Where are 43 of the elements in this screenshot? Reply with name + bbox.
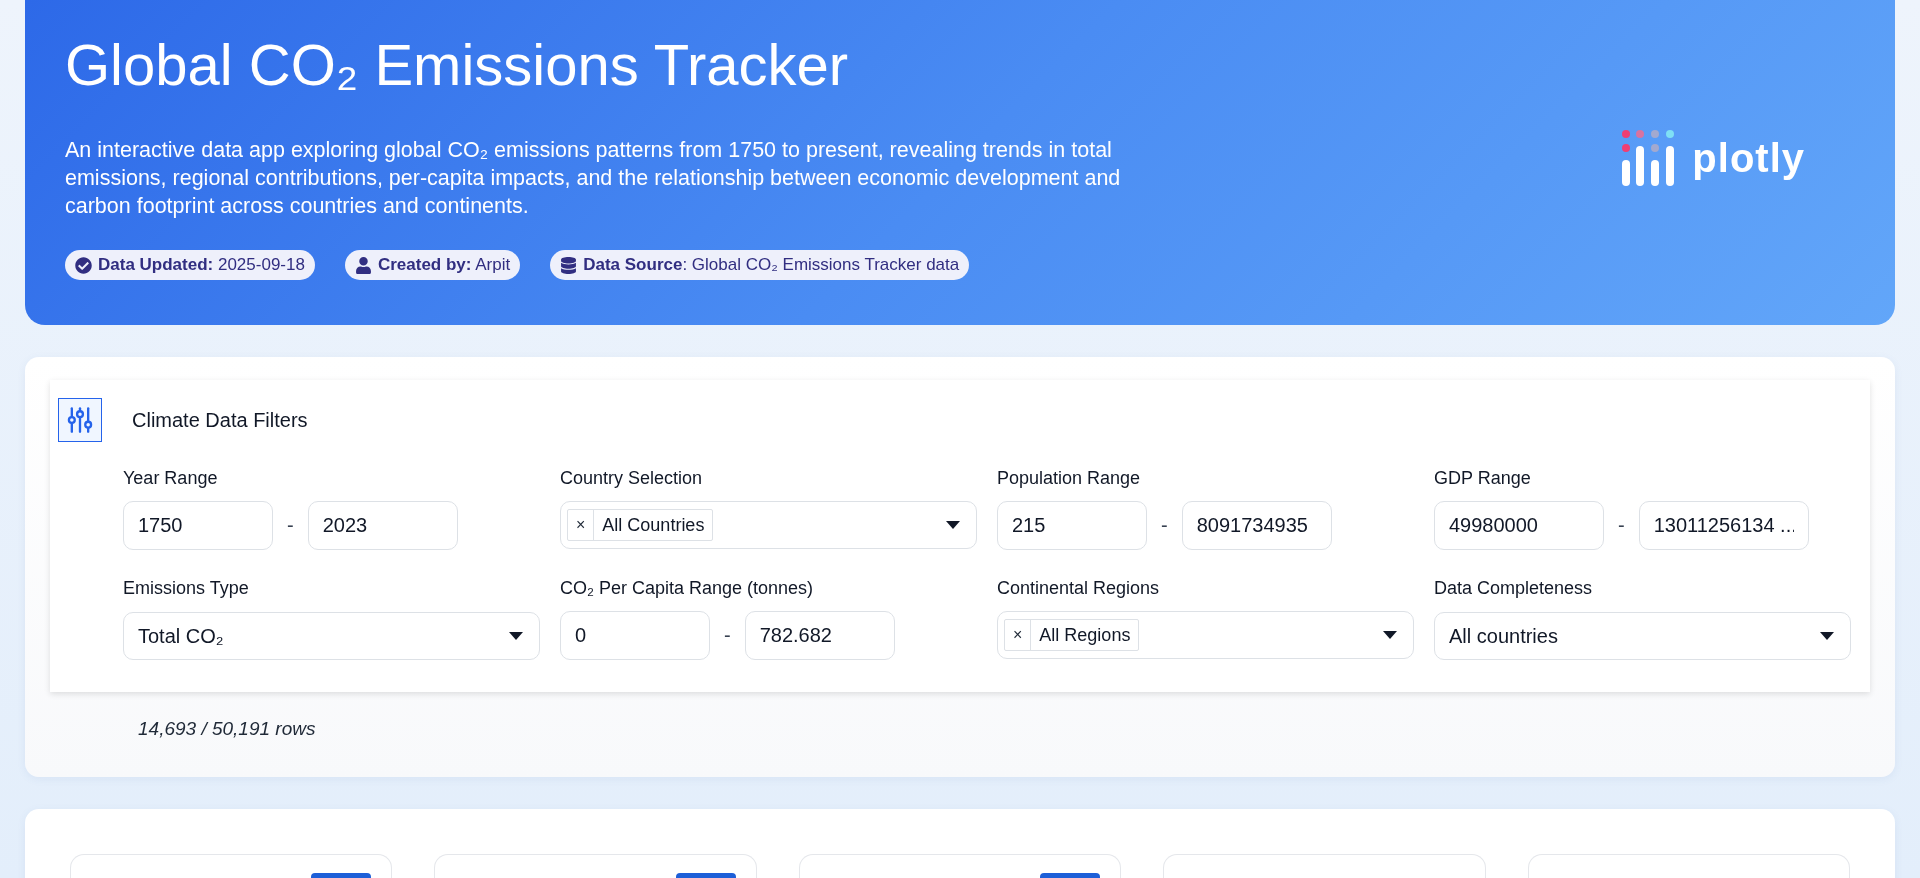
badge-text: Created by: Arpit: [377, 255, 511, 275]
filters-title: Climate Data Filters: [132, 408, 308, 432]
field-label: Country Selection: [560, 468, 704, 489]
select-dropdown[interactable]: Total CO₂: [123, 612, 540, 660]
remove-tag-button[interactable]: ×: [1005, 620, 1032, 650]
range-dash: -: [1617, 514, 1626, 537]
badge-text: Data Updated: 2025-09-18: [98, 255, 305, 275]
max-input[interactable]: 2023: [307, 501, 458, 550]
min-input[interactable]: 0: [560, 611, 710, 660]
caret-icon: [1820, 632, 1834, 640]
user-icon: [354, 256, 372, 274]
field-label: Data Completeness: [1434, 578, 1594, 599]
range-dash: -: [1160, 514, 1169, 537]
field-label: CO₂ Per Capita Range (tonnes): [560, 578, 815, 599]
min-input[interactable]: 49980000: [1434, 501, 1604, 550]
tag-text: All Countries: [601, 514, 706, 536]
field-label: Continental Regions: [997, 578, 1161, 599]
row-count: 14,693 / 50,191 rows: [138, 718, 317, 740]
caret-icon: [509, 632, 523, 640]
page-title: Global CO₂ Emissions Tracker: [65, 31, 850, 99]
range-dash: -: [286, 514, 295, 537]
range-dash: -: [723, 624, 732, 647]
badge-text: Data Source: Global CO₂ Emissions Tracker data: [583, 255, 960, 275]
field-label: Emissions Type: [123, 578, 250, 599]
database-icon: [560, 256, 578, 274]
max-input[interactable]: 8091734935: [1181, 501, 1332, 550]
multi-select[interactable]: × All Regions: [997, 611, 1414, 659]
field-label: Year Range: [123, 468, 219, 489]
remove-tag-button[interactable]: ×: [568, 510, 595, 540]
logo-wordmark: plotly: [1692, 135, 1805, 181]
logo-icon: [1620, 130, 1677, 186]
multi-select[interactable]: × All Countries: [560, 501, 977, 549]
select-dropdown[interactable]: All countries: [1434, 612, 1851, 660]
min-input[interactable]: 1750: [123, 501, 273, 550]
tag-text: All Regions: [1038, 624, 1132, 646]
field-label: GDP Range: [1434, 468, 1532, 489]
max-input[interactable]: 782.682: [744, 611, 895, 660]
app-description: An interactive data app exploring global CO₂ emissions patterns from 1750 to present, revealing trends in total emissions, regional contributions, per-capita impacts, and the relationship between economic development and carbon footprint across countries and continents.: [65, 137, 1122, 220]
sliders-icon: [58, 398, 102, 442]
field-label: Population Range: [997, 468, 1142, 489]
min-input[interactable]: 215: [997, 501, 1147, 550]
caret-icon: [946, 521, 960, 529]
caret-icon: [1383, 631, 1397, 639]
